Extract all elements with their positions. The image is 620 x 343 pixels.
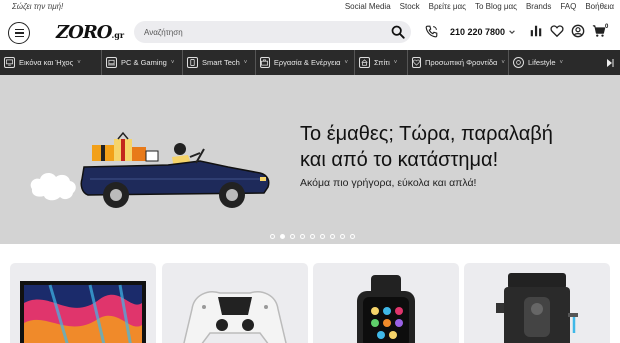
nav-scroll-right-icon[interactable] [600, 50, 620, 75]
tagline: Σώζει την τιμή! [12, 2, 64, 11]
product-cards-row [0, 244, 620, 343]
lifestyle-icon [513, 57, 524, 68]
laptop-icon [106, 57, 117, 68]
carousel-dot[interactable] [310, 234, 315, 239]
heart-icon[interactable] [550, 24, 564, 38]
product-card-espresso-machine[interactable] [464, 263, 610, 343]
nav-item-home[interactable]: Σπίτι ˅ [355, 50, 407, 75]
carousel-dot[interactable] [320, 234, 325, 239]
top-link-stock[interactable]: Stock [400, 2, 420, 11]
compare-icon[interactable] [529, 24, 543, 38]
banner-subtitle: Ακόμα πιο γρήγορα, εύκολα και απλά! [300, 177, 477, 189]
heart-icon [412, 57, 421, 68]
top-link-faq[interactable]: FAQ [560, 2, 576, 11]
carousel-dot[interactable] [270, 234, 275, 239]
nav-item-label: Σπίτι [374, 58, 390, 67]
nav-item-personal-care[interactable]: Προσωπική Φροντίδα ˅ [408, 50, 508, 75]
search-input[interactable] [144, 25, 384, 39]
smartwatch-product-image [357, 275, 415, 343]
top-link-brands[interactable]: Brands [526, 2, 551, 11]
house-icon [359, 57, 370, 68]
carousel-dot[interactable] [300, 234, 305, 239]
logo-text: ZORO [56, 22, 112, 43]
espresso-machine-product-image [496, 273, 578, 343]
smartphone-icon [187, 57, 198, 68]
nav-item-label: Lifestyle [528, 58, 556, 67]
nav-item-pc-gaming[interactable]: PC & Gaming ˅ [102, 50, 182, 75]
tv-icon [4, 57, 15, 68]
logo-suffix: .gr [111, 30, 125, 40]
header: ZORO.gr 210 220 7800 0 [0, 14, 620, 50]
carousel-dot[interactable] [330, 234, 335, 239]
carousel-dot[interactable] [280, 234, 285, 239]
top-bar: Σώζει την τιμή! Social Media Stock Βρείτ… [0, 0, 620, 14]
top-link-help[interactable]: Βοήθεια [585, 2, 614, 11]
top-link-find-us[interactable]: Βρείτε μας [429, 2, 466, 11]
nav-item-work-energy[interactable]: Εργασία & Ενέργεια ˅ [256, 50, 354, 75]
product-card-controller[interactable] [162, 263, 308, 343]
user-account-icon[interactable] [571, 24, 585, 38]
banner-title-line-1: Το έμαθες; Τώρα, παραλαβή [300, 123, 553, 145]
phone-number[interactable]: 210 220 7800 [450, 27, 505, 37]
nav-item-label: Εργασία & Ενέργεια [273, 58, 341, 67]
hero-banner[interactable]: Το έμαθες; Τώρα, παραλαβή και από το κατ… [0, 75, 620, 244]
top-link-social-media[interactable]: Social Media [345, 2, 391, 11]
nav-item-smart-tech[interactable]: Smart Tech ˅ [183, 50, 255, 75]
carousel-dot[interactable] [290, 234, 295, 239]
nav-item-label: PC & Gaming [121, 58, 167, 67]
cart-count-badge: 0 [605, 24, 609, 30]
hamburger-menu-icon[interactable] [8, 22, 30, 44]
nav-item-label: Smart Tech [202, 58, 240, 67]
chevron-down-icon[interactable] [508, 28, 516, 36]
top-links: Social Media Stock Βρείτε μας Το Blog μα… [345, 2, 614, 11]
nav-item-lifestyle[interactable]: Lifestyle ˅ [509, 50, 577, 75]
banner-title: Το έμαθες; Τώρα, παραλαβή και από το κατ… [300, 121, 553, 173]
carousel-dots [270, 234, 355, 239]
briefcase-icon [260, 57, 270, 68]
nav-item-label: Εικόνα και Ήχος [19, 58, 74, 67]
gamepad-product-image [183, 291, 287, 343]
page: Σώζει την τιμή! Social Media Stock Βρείτ… [0, 0, 620, 343]
search-icon[interactable] [391, 25, 405, 39]
carousel-dot[interactable] [340, 234, 345, 239]
nav-item-image-sound[interactable]: Εικόνα και Ήχος ˅ [0, 50, 101, 75]
tv-product-image [20, 281, 146, 343]
search-bar [134, 21, 411, 43]
top-link-blog[interactable]: Το Blog μας [475, 2, 517, 11]
logo[interactable]: ZORO.gr [56, 22, 124, 43]
product-card-smartwatch[interactable] [313, 263, 459, 343]
product-card-tv[interactable] [10, 263, 156, 343]
banner-title-line-2: και από το κατάστημα! [300, 149, 499, 171]
phone-icon [425, 25, 438, 38]
car-with-gifts-illustration [30, 131, 270, 208]
cart-icon[interactable] [592, 24, 606, 38]
category-nav: Εικόνα και Ήχος ˅ PC & Gaming ˅ Smart Tech… [0, 50, 620, 75]
carousel-dot[interactable] [350, 234, 355, 239]
nav-item-label: Προσωπική Φροντίδα [425, 58, 498, 67]
